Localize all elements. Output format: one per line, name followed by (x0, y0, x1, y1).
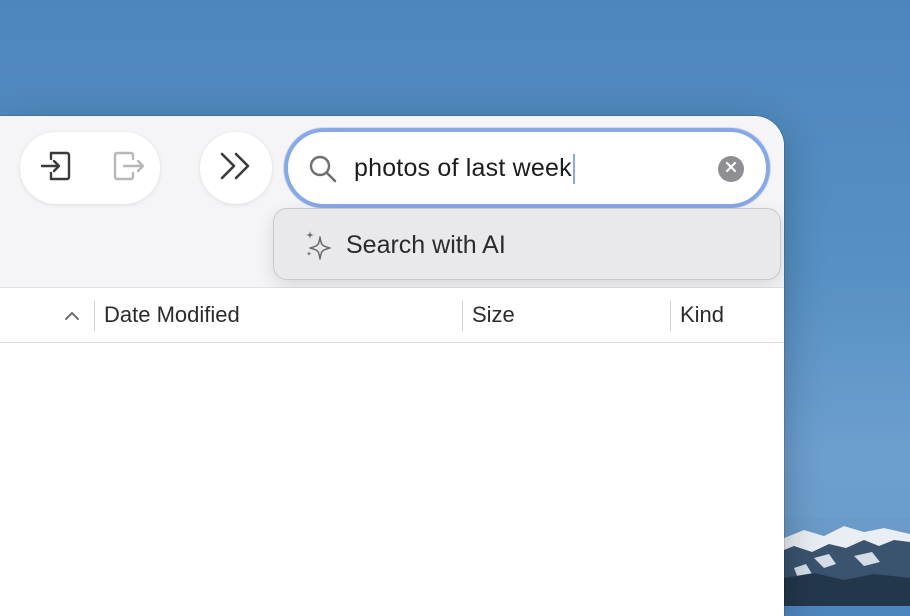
search-input[interactable]: photos of last week (354, 152, 575, 185)
search-with-ai-suggestion[interactable]: Search with AI (273, 208, 781, 280)
column-divider[interactable] (670, 300, 671, 332)
column-header-size[interactable]: Size (472, 288, 515, 342)
column-divider[interactable] (462, 300, 463, 332)
search-input-value: photos of last week (354, 154, 572, 182)
list-column-header: Date Modified Size Kind (0, 288, 784, 343)
enter-button[interactable] (28, 140, 84, 196)
finder-window: photos of last week Search with AI Date … (0, 116, 784, 616)
clear-search-button[interactable] (718, 156, 744, 182)
search-icon (308, 154, 338, 184)
column-header-date-modified[interactable]: Date Modified (104, 288, 240, 342)
file-list-area[interactable] (0, 343, 784, 616)
exit-button[interactable] (100, 140, 156, 196)
desktop-wallpaper-mountain (784, 518, 910, 606)
text-caret (572, 154, 575, 185)
chevron-double-right-icon (218, 151, 254, 186)
enter-icon (39, 147, 73, 190)
clear-icon (725, 160, 737, 178)
column-header-kind[interactable]: Kind (680, 288, 724, 342)
more-toolbar-items-button[interactable] (200, 132, 272, 204)
toolbar-button-group (20, 132, 160, 204)
search-field[interactable]: photos of last week (284, 128, 770, 208)
toolbar: photos of last week Search with AI (0, 116, 784, 288)
exit-icon (111, 147, 145, 190)
column-divider[interactable] (94, 300, 95, 332)
sparkle-icon (304, 229, 332, 261)
sort-ascending-icon[interactable] (62, 306, 82, 326)
suggestion-label: Search with AI (346, 231, 506, 259)
